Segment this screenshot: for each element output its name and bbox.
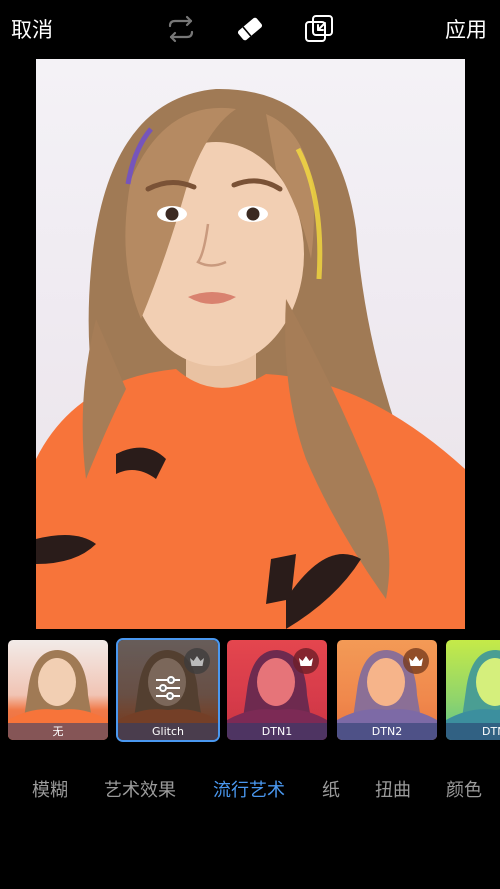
tab-distort[interactable]: 扭曲	[375, 776, 411, 802]
filter-strip: 无 Glitch DTN1 DTN2 DT	[0, 638, 500, 744]
swap-icon[interactable]	[164, 12, 198, 46]
filter-label: DTN2	[337, 723, 437, 740]
tab-paper[interactable]: 纸	[322, 776, 340, 802]
effect-category-tabs: 模糊 艺术效果 流行艺术 纸 扭曲 颜色	[0, 772, 500, 806]
tab-color[interactable]: 颜色	[446, 776, 482, 802]
tab-artistic[interactable]: 艺术效果	[104, 776, 176, 802]
compare-icon[interactable]	[302, 12, 336, 46]
filter-label: Glitch	[118, 723, 218, 740]
filter-label: DTN	[446, 723, 500, 740]
crown-icon	[184, 648, 210, 674]
filter-thumb-dtn[interactable]: DTN	[446, 640, 500, 740]
tab-blur[interactable]: 模糊	[32, 776, 68, 802]
apply-button[interactable]: 应用	[445, 14, 487, 44]
top-toolbar: 取消 应用	[0, 0, 500, 58]
photo-canvas[interactable]	[36, 59, 465, 629]
crown-icon	[293, 648, 319, 674]
filter-thumb-dtn2[interactable]: DTN2	[337, 640, 437, 740]
tab-pop-art[interactable]: 流行艺术	[213, 776, 285, 802]
adjust-icon	[156, 676, 180, 700]
eraser-icon[interactable]	[233, 12, 267, 46]
filter-thumb-none[interactable]: 无	[8, 640, 108, 740]
cancel-button[interactable]: 取消	[11, 14, 53, 44]
filter-thumb-glitch[interactable]: Glitch	[116, 638, 220, 742]
filter-label: 无	[8, 723, 108, 740]
crown-icon	[403, 648, 429, 674]
filter-label: DTN1	[227, 723, 327, 740]
filter-thumb-dtn1[interactable]: DTN1	[227, 640, 327, 740]
